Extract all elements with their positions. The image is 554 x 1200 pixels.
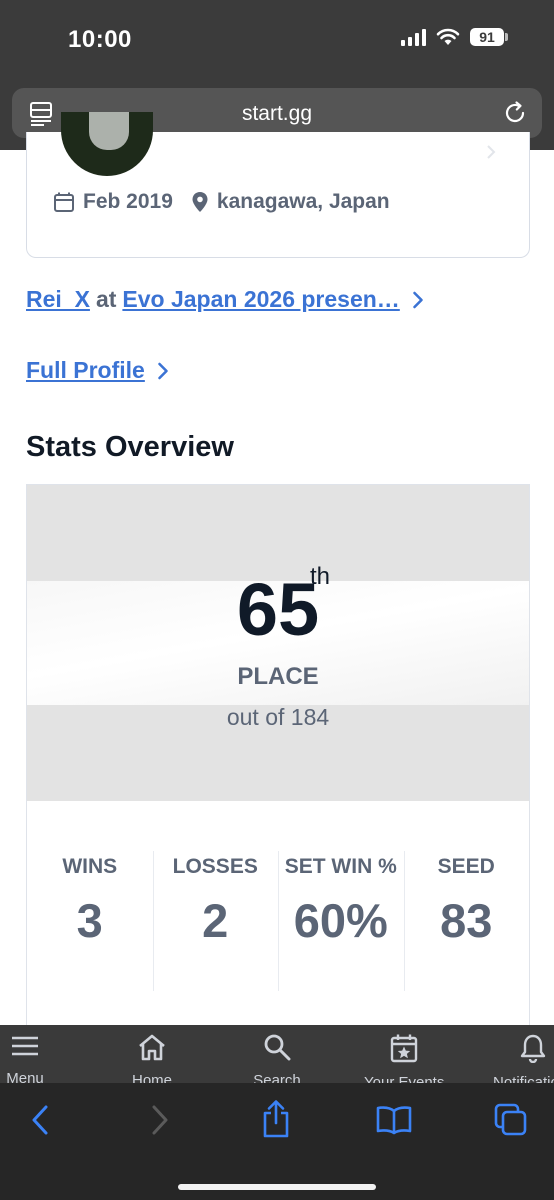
battery-level: 91 bbox=[470, 28, 504, 46]
profile-card[interactable]: Feb 2019 kanagawa, Japan bbox=[26, 112, 530, 258]
event-name-link[interactable]: Evo Japan 2026 presen… bbox=[122, 286, 399, 313]
stats-row: WINS 3 LOSSES 2 SET WIN % 60% SEED 83 bbox=[27, 851, 530, 991]
nav-search[interactable]: Search bbox=[237, 1033, 317, 1083]
nav-label: Search bbox=[253, 1072, 301, 1083]
location-pin-icon bbox=[192, 192, 208, 212]
battery-icon: 91 bbox=[470, 28, 508, 46]
chevron-right-icon bbox=[487, 145, 496, 159]
profile-meta: Feb 2019 kanagawa, Japan bbox=[53, 190, 390, 214]
back-icon[interactable] bbox=[28, 1103, 54, 1137]
event-player-link[interactable]: Rei_X bbox=[26, 286, 90, 313]
bell-icon bbox=[520, 1034, 546, 1064]
nav-label: Home bbox=[131, 1072, 172, 1083]
nav-your-events[interactable]: Your Events bbox=[364, 1033, 444, 1083]
profile-location: kanagawa, Japan bbox=[216, 190, 390, 213]
placement-suffix: th bbox=[310, 563, 331, 590]
tabs-icon[interactable] bbox=[494, 1103, 528, 1137]
forward-icon[interactable] bbox=[146, 1103, 172, 1137]
home-icon bbox=[139, 1034, 165, 1061]
nav-label: Menu bbox=[6, 1070, 44, 1083]
search-icon bbox=[264, 1034, 291, 1061]
event-link[interactable]: Rei_X at Evo Japan 2026 presen… bbox=[26, 286, 424, 313]
section-title: Stats Overview bbox=[26, 431, 234, 463]
profile-date: Feb 2019 bbox=[83, 190, 173, 213]
placement-out-of: out of 184 bbox=[226, 704, 330, 730]
stat-value: 60% bbox=[293, 894, 388, 947]
nav-menu[interactable]: Menu bbox=[0, 1033, 65, 1083]
full-profile-link[interactable]: Full Profile bbox=[26, 357, 169, 384]
stat-wins: WINS 3 bbox=[27, 851, 153, 948]
nav-home[interactable]: Home bbox=[112, 1033, 192, 1083]
nav-label: Notifications bbox=[493, 1074, 554, 1083]
chevron-right-icon bbox=[158, 362, 168, 379]
share-icon[interactable] bbox=[261, 1099, 291, 1139]
cellular-signal-icon bbox=[401, 28, 426, 46]
stat-seed: SEED 83 bbox=[403, 851, 530, 991]
stats-card: 65 th PLACE out of 184 WINS 3 LOSSES 2 S… bbox=[26, 484, 530, 1084]
stat-losses: LOSSES 2 bbox=[152, 851, 279, 991]
stat-label: LOSSES bbox=[172, 855, 258, 878]
home-indicator bbox=[178, 1184, 376, 1190]
event-link-at: at bbox=[95, 286, 117, 312]
full-profile-label[interactable]: Full Profile bbox=[26, 357, 145, 384]
stat-value: 3 bbox=[76, 894, 103, 947]
placement-label: PLACE bbox=[237, 663, 319, 690]
stat-label: SEED bbox=[437, 855, 495, 878]
stat-value: 83 bbox=[440, 894, 493, 947]
bookmarks-icon[interactable] bbox=[375, 1105, 413, 1135]
menu-icon bbox=[12, 1036, 38, 1056]
nav-label: Your Events bbox=[364, 1074, 445, 1083]
status-indicators: 91 bbox=[401, 28, 508, 46]
reload-icon[interactable] bbox=[502, 100, 528, 126]
calendar-star-icon bbox=[390, 1034, 418, 1063]
stat-value: 2 bbox=[202, 894, 229, 947]
site-bottom-nav: Menu Home Search Your Events Notificatio… bbox=[0, 1025, 554, 1083]
chevron-right-icon bbox=[413, 291, 423, 308]
wifi-icon bbox=[436, 28, 460, 45]
status-bar: 10:00 91 bbox=[0, 0, 554, 84]
status-time: 10:00 bbox=[68, 26, 132, 53]
calendar-icon bbox=[54, 192, 74, 212]
browser-toolbar bbox=[0, 1083, 554, 1200]
stat-label: SET WIN % bbox=[284, 855, 397, 878]
stat-set-win-percent: SET WIN % 60% bbox=[278, 851, 404, 991]
avatar bbox=[61, 112, 153, 176]
nav-notifications[interactable]: Notifications bbox=[493, 1033, 554, 1083]
placement-number: 65 bbox=[236, 568, 320, 651]
stat-label: WINS bbox=[62, 855, 118, 878]
